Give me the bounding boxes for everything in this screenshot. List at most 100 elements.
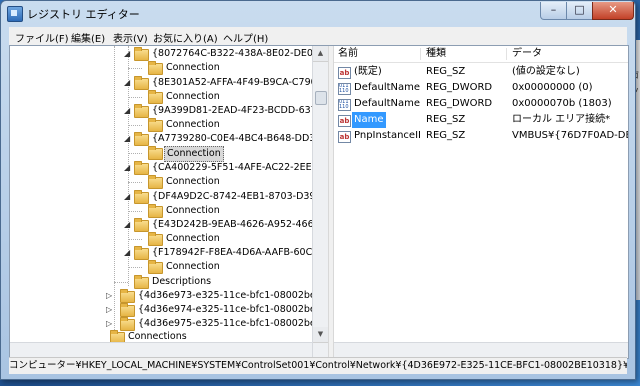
binary-value-icon: 011 110 [338,83,351,95]
tree-vertical-scrollbar[interactable]: ▲ ▼ [312,46,328,358]
tree-node-label: {F178942F-F8EA-4D6A-AAFB-60C8B6CB [152,247,328,258]
tree-node[interactable]: Connection [10,118,312,132]
tree-node[interactable]: Connection [10,175,312,189]
tree-node[interactable]: ◢ {DF4A9D2C-8742-4EB1-8703-D395C4183 [10,190,328,204]
status-bar-path: コンピューター¥HKEY_LOCAL_MACHINE¥SYSTEM¥Contro… [9,357,627,374]
value-data: ローカル エリア接続* [512,114,611,125]
tree-node[interactable]: ▷ {4d36e975-e325-11ce-bfc1-08002be10318} [10,317,328,331]
tree-guide-line [128,239,142,240]
value-row[interactable]: ab PnpInstanceID REG_SZ VMBUS¥{76D7F0AD-… [334,128,628,144]
value-name: DefaultName... [354,98,420,109]
value-row[interactable]: 011110 DefaultNameI... REG_DWORD 0x00000… [334,80,628,96]
scrollbar-thumb[interactable] [315,91,327,105]
tree-node[interactable]: ▷ {4d36e973-e325-11ce-bfc1-08002be10318} [10,289,328,303]
folder-icon [120,303,135,317]
tree-node[interactable]: ◢ {F178942F-F8EA-4D6A-AAFB-60C8B6CB [10,246,328,260]
string-value-icon: ab [338,131,351,143]
menu-favorites[interactable]: お気に入り(A) [153,30,218,45]
column-header-name[interactable]: 名前 [338,46,408,62]
tree-node[interactable]: Descriptions [10,275,312,289]
collapsed-arrow-icon[interactable]: ▷ [106,292,113,300]
close-button[interactable]: ✕ [592,2,634,20]
tree-node[interactable]: ◢ {8072764C-B322-438A-8E02-DE0809DA9 [10,47,328,61]
expanded-arrow-icon[interactable]: ◢ [124,79,131,87]
expanded-arrow-icon[interactable]: ◢ [124,221,131,229]
scroll-down-arrow-icon[interactable]: ▼ [313,327,328,343]
tree-node-selected[interactable]: Connection [10,146,312,162]
tree-node-label: Connection [166,91,220,102]
tree-node[interactable]: ◢ {E43D242B-9EAB-4626-A952-46649FBB9 [10,218,328,232]
column-separator[interactable] [506,48,507,60]
value-type: REG_SZ [426,114,466,125]
menu-edit[interactable]: 編集(E) [71,30,105,45]
value-type: REG_SZ [426,66,466,77]
scroll-up-arrow-icon[interactable]: ▲ [313,46,328,62]
tree-node[interactable]: Connection [10,90,312,104]
registry-values-list[interactable]: 名前 種類 データ ab (既定) REG_SZ (値の設定なし) 011 110… [334,46,628,358]
tree-node[interactable]: ◢ {A7739280-C0E4-4BC4-B648-DD3DD537 [10,132,328,146]
menu-view[interactable]: 表示(V) [113,30,148,45]
expanded-arrow-icon[interactable]: ◢ [124,107,131,115]
folder-icon [134,132,149,146]
column-separator[interactable] [420,48,421,60]
expanded-arrow-icon[interactable]: ◢ [124,193,131,201]
expanded-arrow-icon[interactable]: ◢ [124,135,131,143]
folder-icon [120,289,135,303]
regedit-app-icon [7,6,23,22]
tree-node-label: {CA400229-5F51-4AFE-AC22-2EEE06DD4 [152,162,328,173]
tree-node-label: {DF4A9D2C-8742-4EB1-8703-D395C4183 [152,191,328,202]
tree-node-label: Connection [166,205,220,216]
window-title: レジストリ エディター [27,8,140,21]
string-value-icon: ab [338,67,351,79]
registry-editor-window: レジストリ エディター – □ ✕ ファイル(F) 編集(E) 表示(V) お気… [0,0,636,380]
title-bar[interactable]: レジストリ エディター – □ ✕ [1,1,635,25]
value-row-selected[interactable]: ab Name REG_SZ ローカル エリア接続* [334,112,628,128]
tree-node-label: Connection [166,233,220,244]
folder-icon [148,260,163,274]
folder-icon [134,161,149,175]
folder-icon [148,175,163,189]
tree-node-label: {8E301A52-AFFA-4F49-B9CA-C79096A1A [152,77,328,88]
tree-node[interactable]: ◢ {8E301A52-AFFA-4F49-B9CA-C79096A1A [10,76,328,90]
tree-guide-line [128,68,142,69]
tree-node-label: {8072764C-B322-438A-8E02-DE0809DA9 [152,48,328,59]
tree-node[interactable]: ◢ {CA400229-5F51-4AFE-AC22-2EEE06DD4 [10,161,328,175]
tree-node-label: {9A399D81-2EAD-4F23-BCDD-637FC13D [152,105,328,116]
minimize-button[interactable]: – [540,2,567,20]
tree-guide-line [128,211,142,212]
tree-node-label: Connection [164,146,224,162]
tree-node[interactable]: ◢ {9A399D81-2EAD-4F23-BCDD-637FC13D [10,104,328,118]
tree-node-label: {4d36e973-e325-11ce-bfc1-08002be10318} [138,290,328,301]
tree-guide-line [128,182,142,183]
value-row[interactable]: ab (既定) REG_SZ (値の設定なし) [334,64,628,80]
expanded-arrow-icon[interactable]: ◢ [124,249,131,257]
binary-value-icon: 011 110 [338,99,351,111]
tree-node[interactable]: Connection [10,61,312,75]
values-horizontal-scrollbar[interactable] [334,342,628,358]
tree-horizontal-scrollbar[interactable] [10,342,312,358]
menu-help[interactable]: ヘルプ(H) [223,30,268,45]
folder-icon [134,218,149,232]
tree-node[interactable]: Connection [10,232,312,246]
tree-node-label: Descriptions [152,276,212,287]
folder-icon [134,246,149,260]
client-area: ◢ {8072764C-B322-438A-8E02-DE0809DA9 Con… [9,45,629,359]
column-header-data[interactable]: データ [512,46,582,62]
menu-file[interactable]: ファイル(F) [15,30,69,45]
tree-node[interactable]: Connection [10,204,312,218]
maximize-button[interactable]: □ [566,2,593,20]
collapsed-arrow-icon[interactable]: ▷ [106,306,113,314]
folder-icon [148,204,163,218]
folder-icon [134,275,149,289]
tree-node[interactable]: ▷ {4d36e974-e325-11ce-bfc1-08002be10318} [10,303,328,317]
tree-guide-line [128,267,142,268]
value-row[interactable]: 011110 DefaultName... REG_DWORD 0x000007… [334,96,628,112]
folder-icon [148,146,163,160]
registry-key-tree[interactable]: ◢ {8072764C-B322-438A-8E02-DE0809DA9 Con… [10,46,328,358]
column-header-type[interactable]: 種類 [426,46,496,62]
collapsed-arrow-icon[interactable]: ▷ [106,320,113,328]
expanded-arrow-icon[interactable]: ◢ [124,50,131,58]
expanded-arrow-icon[interactable]: ◢ [124,164,131,172]
tree-node-label: Connection [166,119,220,130]
tree-node[interactable]: Connection [10,260,312,274]
